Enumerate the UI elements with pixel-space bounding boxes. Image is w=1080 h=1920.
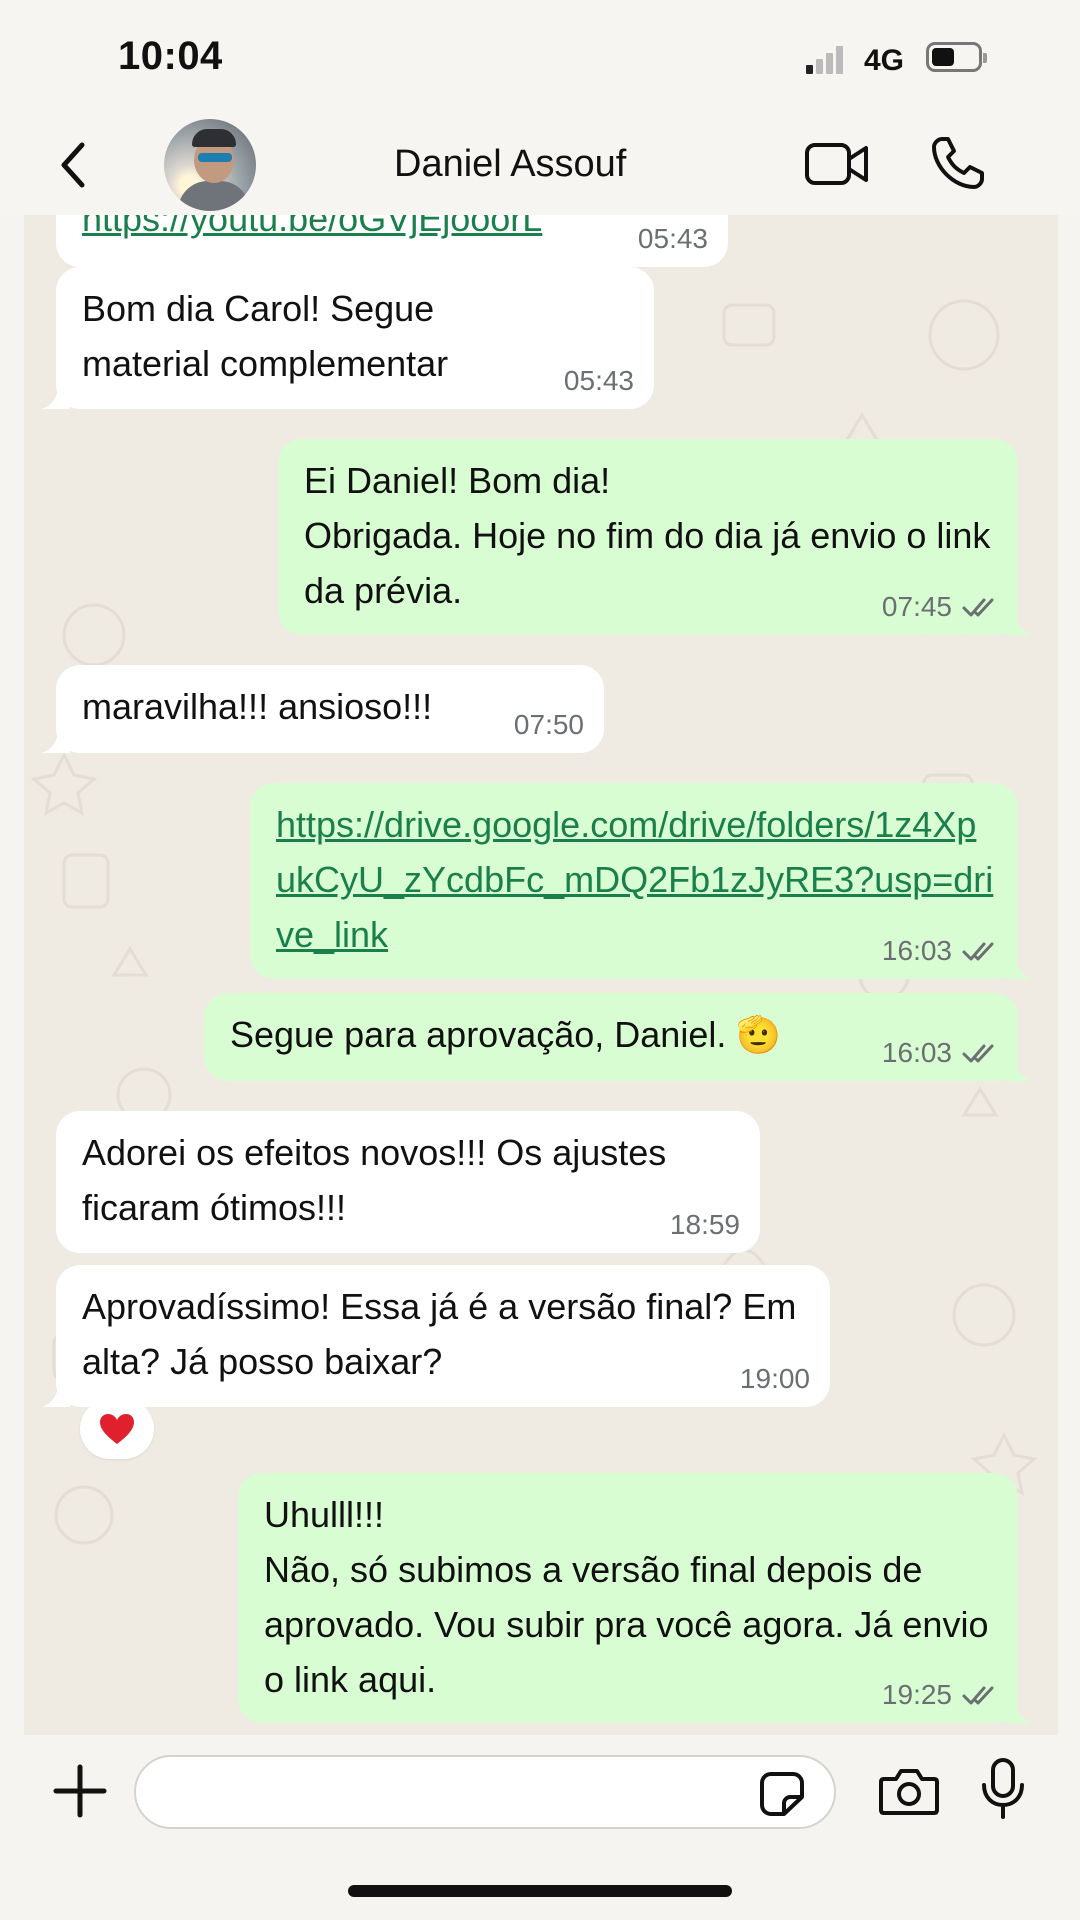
bubble-tail [1004,955,1032,979]
message-bubble[interactable]: https://youtu.be/oGVjEjooorL 05:43 [56,215,728,267]
message-text: Segue para aprovação, Daniel. 🫡 [230,1014,782,1055]
composer-bar [0,1735,1080,1920]
message-text: Adorei os efeitos novos!!! Os ajustes fi… [82,1132,667,1228]
message-meta: 05:43 [638,223,708,255]
microphone-button[interactable] [980,1757,1026,1821]
message-meta: 07:45 [882,591,998,623]
message-time: 19:00 [739,1363,810,1394]
message-meta: 07:50 [514,709,584,741]
double-check-icon [962,598,994,617]
contact-name[interactable]: Daniel Assouf [394,143,626,186]
avatar[interactable] [164,119,256,211]
message-input[interactable] [134,1755,836,1829]
message-time: 16:03 [881,1037,952,1068]
status-time: 10:04 [118,34,223,78]
camera-button[interactable] [878,1765,940,1817]
message-time: 07:50 [513,709,584,740]
bubble-tail [1004,1057,1032,1081]
message-bubble[interactable]: Uhulll!!! Não, só subimos a versão final… [238,1473,1032,1723]
status-bar: 10:04 4G [0,0,1080,115]
chat-header: Daniel Assouf [0,115,1080,215]
message-text: Bom dia Carol! Segue material complement… [82,288,449,384]
message-bubble[interactable]: maravilha!!! ansioso!!! 07:50 [42,665,604,753]
video-camera-icon [805,143,868,185]
message-bubble[interactable]: https://drive.google.com/drive/folders/1… [250,783,1032,979]
message-text: Uhulll!!! Não, só subimos a versão final… [264,1494,989,1700]
attach-button[interactable] [52,1763,108,1819]
chevron-left-icon [61,142,85,188]
message-time: 19:25 [881,1679,952,1710]
plus-icon [53,1764,107,1818]
battery-icon [926,42,987,72]
sticker-button[interactable] [758,1771,806,1817]
camera-icon [879,1769,939,1815]
message-bubble[interactable]: Segue para aprovação, Daniel. 🫡 16:03 [204,993,1032,1081]
message-meta: 18:59 [670,1209,740,1241]
message-meta: 16:03 [882,935,998,967]
chat-area[interactable]: https://youtu.be/oGVjEjooorL 05:43 Bom d… [24,215,1058,1735]
message-time: 16:03 [881,935,952,966]
bubble-tail [1004,1699,1032,1723]
message-bubble[interactable]: Adorei os efeitos novos!!! Os ajustes fi… [56,1111,760,1253]
bubble-tail [42,385,70,409]
message-meta: 19:25 [882,1679,998,1711]
voice-call-button[interactable] [930,135,986,191]
back-button[interactable] [52,139,96,191]
double-check-icon [962,1686,994,1705]
double-check-icon [962,1044,994,1063]
message-meta: 19:00 [740,1363,810,1395]
message-text: maravilha!!! ansioso!!! [82,686,433,727]
bubble-tail [1004,611,1032,635]
video-call-button[interactable] [804,139,870,189]
sticker-icon [760,1772,804,1816]
message-text: Aprovadíssimo! Essa já é a versão final?… [82,1286,797,1382]
message-bubble[interactable]: Ei Daniel! Bom dia! Obrigada. Hoje no fi… [278,439,1032,635]
home-indicator[interactable] [348,1885,732,1897]
message-bubble[interactable]: Aprovadíssimo! Essa já é a versão final?… [42,1265,830,1407]
microphone-icon [982,1758,1024,1819]
message-time: 18:59 [669,1209,740,1240]
heart-icon [100,1414,134,1444]
message-bubble[interactable]: Bom dia Carol! Segue material complement… [42,267,654,409]
double-check-icon [962,942,994,961]
bubble-tail [42,729,70,753]
message-meta: 16:03 [882,1037,998,1069]
signal-icon [806,44,846,74]
message-meta: 05:43 [564,365,634,397]
message-time: 05:43 [637,223,708,254]
message-time: 05:43 [563,365,634,396]
bubble-tail [42,1383,70,1407]
phone-icon [932,137,984,189]
message-time: 07:45 [881,591,952,622]
message-link[interactable]: https://youtu.be/oGVjEjooorL [82,215,612,246]
message-reaction[interactable] [80,1399,154,1459]
network-type: 4G [864,44,905,77]
